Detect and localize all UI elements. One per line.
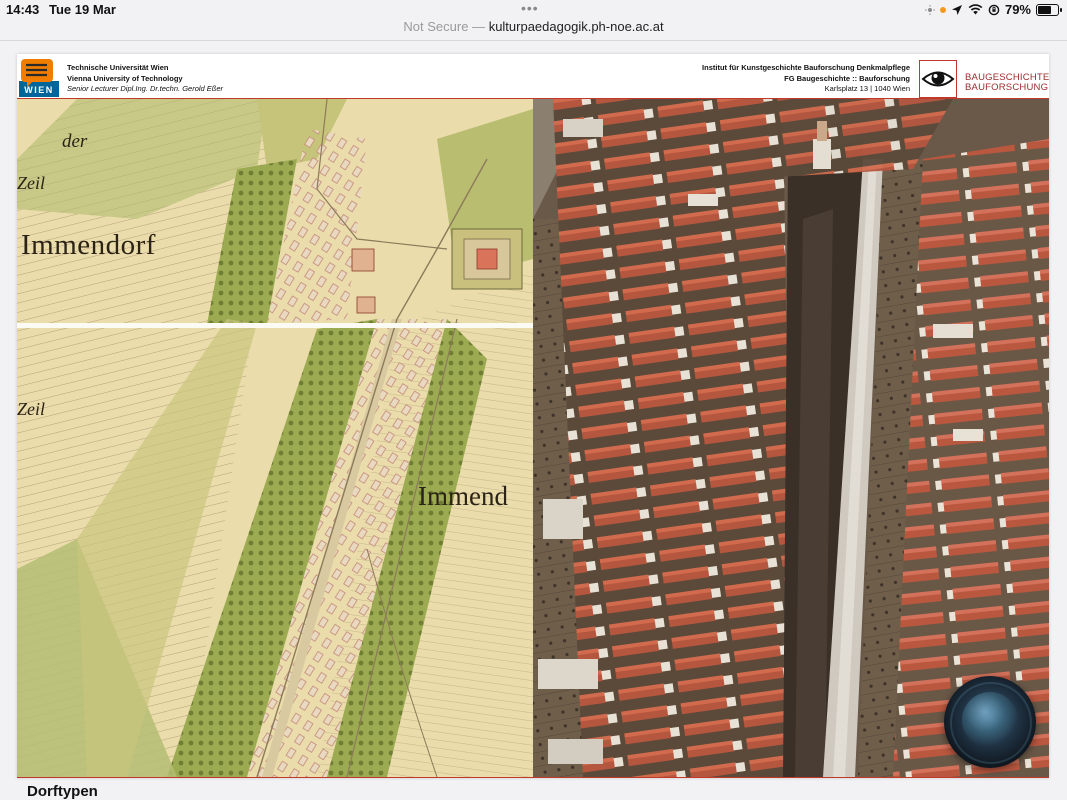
institute-name: Institut für Kunstgeschichte Bauforschun… <box>702 63 910 72</box>
logo-line-2: BAUFORSCHUNG <box>965 82 1049 93</box>
slide-header: WIEN Technische Universität Wien Vienna … <box>17 54 1049 99</box>
battery-icon <box>1036 3 1062 16</box>
department-name: FG Baugeschichte :: Bauforschung <box>784 73 910 83</box>
institute-info: Institut für Kunstgeschichte Bauforschun… <box>702 63 910 95</box>
slide-caption: Dorftypen <box>27 783 98 800</box>
multitasking-dots-icon[interactable]: ••• <box>521 0 539 16</box>
tu-wien-info: Technische Universität Wien Vienna Unive… <box>67 63 223 95</box>
url-host[interactable]: kulturpaedagogik.ph-noe.ac.at <box>489 19 664 34</box>
brightness-indicator-icon <box>924 4 935 15</box>
map-label-der: der <box>62 131 88 152</box>
map-drawing <box>17 99 533 777</box>
tu-name-en: Vienna University of Technology <box>67 73 183 83</box>
microphone-indicator-icon <box>939 6 946 13</box>
map-label-zeil-top: Zeil <box>17 173 46 193</box>
siri-orb-icon[interactable] <box>944 676 1036 768</box>
aerial-photo-drawing <box>533 99 1049 777</box>
toolbar-divider <box>0 40 1067 41</box>
location-arrow-icon <box>951 4 962 15</box>
address-bar[interactable]: Not Secure — kulturpaedagogik.ph-noe.ac.… <box>0 15 1067 39</box>
cadastral-map-image: der Zeil Immendorf Zeil Immend <box>17 99 533 777</box>
slide: WIEN Technische Universität Wien Vienna … <box>17 54 1049 778</box>
eye-logo-icon <box>921 71 955 87</box>
map-label-immendorf-bottom: Immend <box>418 481 508 511</box>
wifi-icon <box>968 4 983 15</box>
tu-wien-logo-icon: WIEN <box>19 59 59 97</box>
map-label-immendorf-top: Immendorf <box>21 229 156 261</box>
orientation-lock-icon <box>988 4 1000 15</box>
baugeschichte-logo-text: BAUGESCHICHTE BAUFORSCHUNG <box>965 73 1049 93</box>
not-secure-label: Not Secure — <box>403 19 486 34</box>
slide-bottom-divider <box>17 777 1049 778</box>
tu-logo-text: WIEN <box>24 85 54 95</box>
eye-logo-frame <box>919 60 957 98</box>
map-label-zeil-bottom: Zeil <box>17 399 46 419</box>
siri-glow <box>962 692 1018 748</box>
institute-address: Karlsplatz 13 | 1040 Wien <box>824 84 910 93</box>
tu-name-de: Technische Universität Wien <box>67 63 169 72</box>
aerial-photo-image <box>533 99 1049 777</box>
lecturer-name: Senior Lecturer Dipl.Ing. Dr.techn. Gero… <box>67 84 224 93</box>
